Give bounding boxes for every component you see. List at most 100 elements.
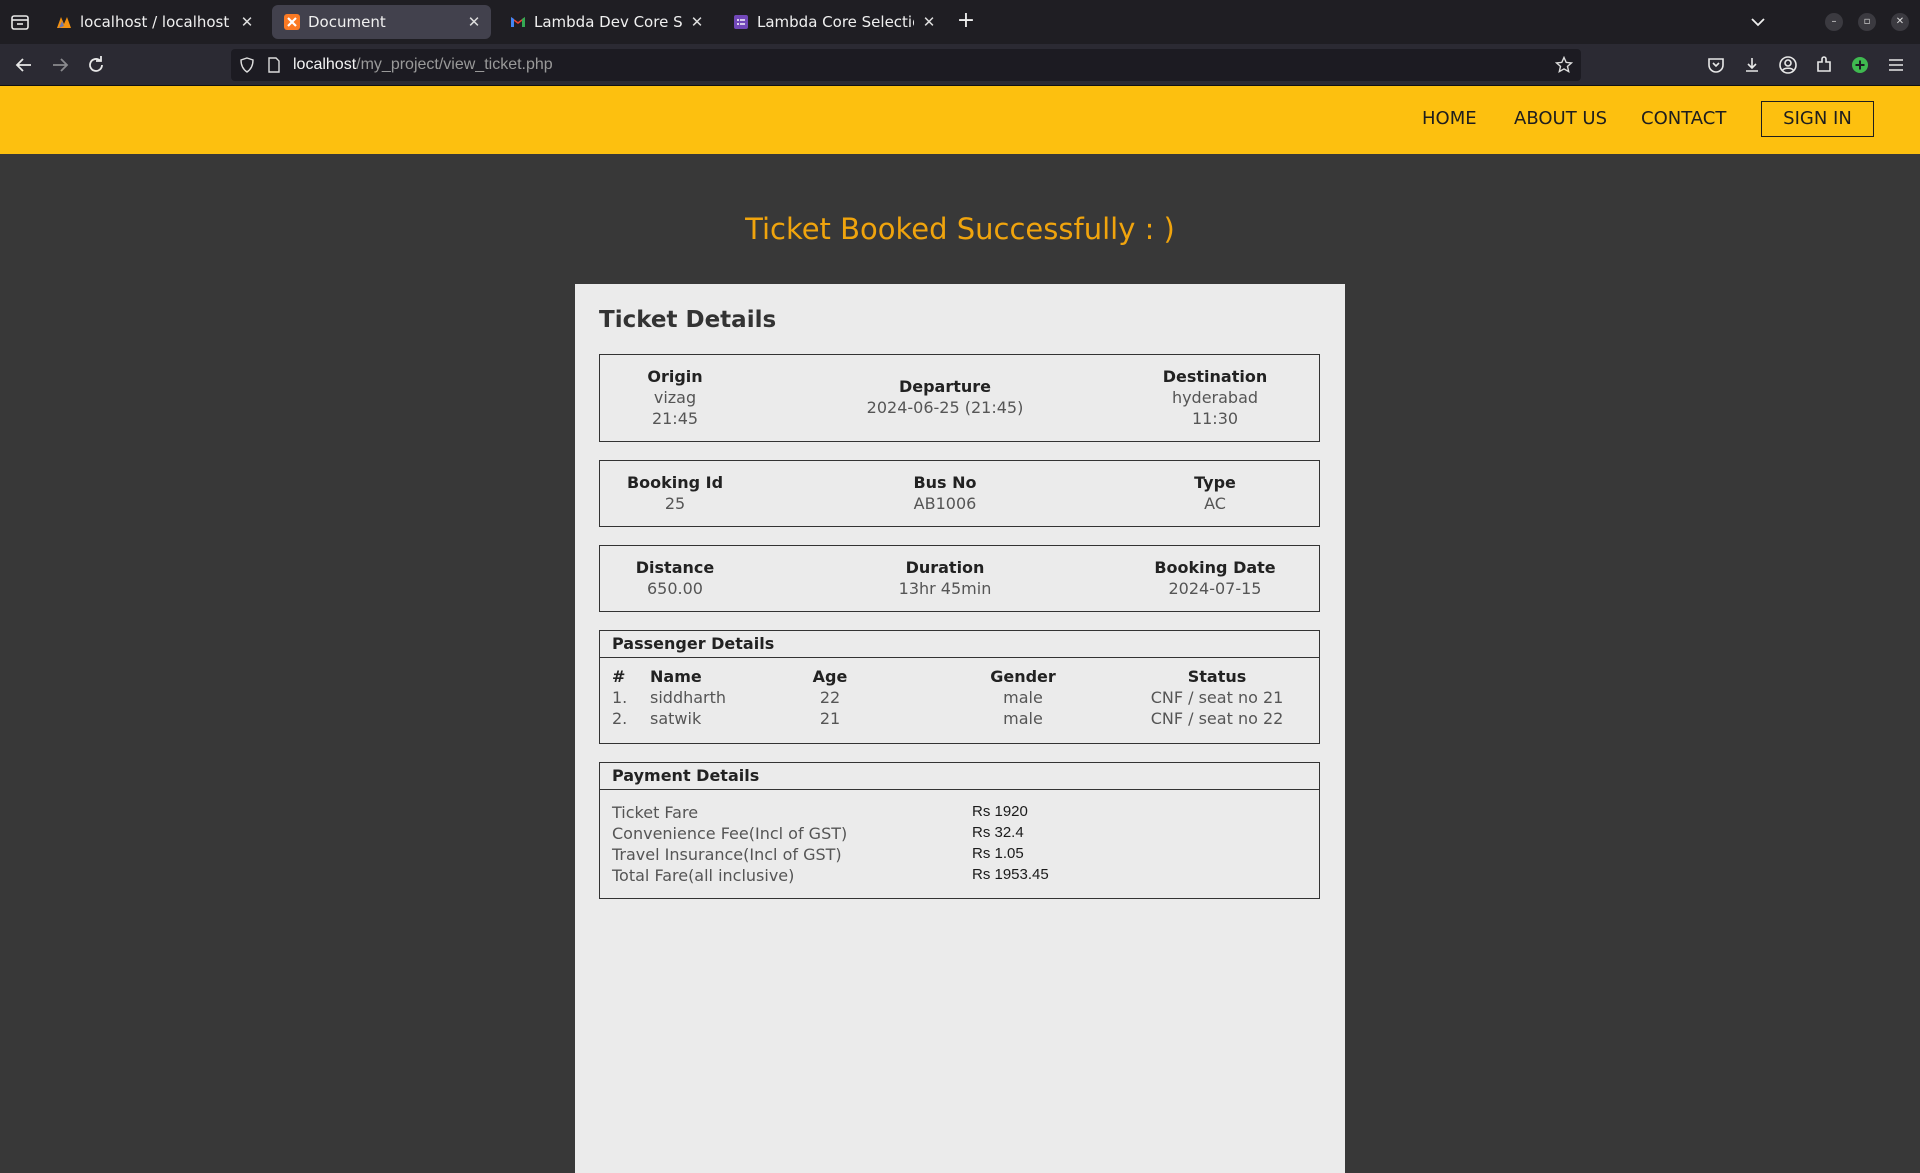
type-label: Type — [1194, 473, 1236, 492]
nav-about-us-link[interactable]: ABOUT US — [1514, 108, 1607, 129]
duration-cell: Duration 13hr 45min — [835, 557, 1055, 599]
payment-value: Rs 32.4 — [972, 824, 1024, 841]
url-text[interactable]: localhost/my_project/view_ticket.php — [293, 56, 553, 74]
booking-date-label: Booking Date — [1154, 558, 1276, 577]
distance-label: Distance — [635, 558, 715, 577]
origin-city: vizag — [653, 388, 697, 407]
list-item: Total Fare(all inclusive) Rs 1953.45 — [612, 866, 1302, 887]
col-header-name: Name — [650, 667, 702, 686]
close-icon[interactable]: ✕ — [465, 13, 483, 31]
form-icon — [733, 14, 749, 30]
col-header-num: # — [612, 667, 626, 686]
close-icon[interactable]: ✕ — [920, 13, 938, 31]
bus-no-cell: Bus No AB1006 — [835, 472, 1055, 514]
type-value: AC — [1204, 494, 1226, 513]
success-message: Ticket Booked Successfully : ) — [745, 212, 1175, 246]
table-row: 2. satwik 21 male CNF / seat no 22 — [612, 708, 1302, 729]
passenger-gender: male — [1003, 688, 1043, 707]
payment-list: Ticket Fare Rs 1920 Convenience Fee(Incl… — [612, 803, 1302, 887]
booking-id-label: Booking Id — [626, 473, 724, 492]
tab-list-icon[interactable] — [9, 12, 31, 32]
minimize-icon[interactable]: – — [1825, 13, 1843, 31]
payment-value: Rs 1.05 — [972, 845, 1024, 862]
ticket-card: Ticket Details Origin vizag 21:45 Depart… — [575, 284, 1345, 1173]
back-icon[interactable] — [12, 53, 36, 77]
download-icon[interactable] — [1742, 55, 1762, 75]
tab-gmail[interactable]: Lambda Dev Core Selecti ✕ — [498, 5, 714, 39]
departure-label: Departure — [898, 377, 992, 396]
account-icon[interactable] — [1778, 55, 1798, 75]
extensions-icon[interactable] — [1814, 55, 1834, 75]
chevron-down-icon[interactable] — [1748, 12, 1768, 32]
url-path: /my_project/view_ticket.php — [356, 56, 553, 73]
tab-title: Lambda Dev Core Selecti — [534, 13, 682, 31]
close-icon[interactable]: ✕ — [688, 13, 706, 31]
payment-label: Convenience Fee(Incl of GST) — [612, 824, 848, 843]
trip-box: Distance 650.00 Duration 13hr 45min Book… — [599, 545, 1320, 612]
distance-cell: Distance 650.00 — [565, 557, 785, 599]
booking-date-value: 2024-07-15 — [1168, 579, 1262, 598]
passenger-table-header: # Name Age Gender Status — [612, 666, 1302, 687]
sign-in-button[interactable]: SIGN IN — [1761, 101, 1874, 137]
booking-box: Booking Id 25 Bus No AB1006 Type AC — [599, 460, 1320, 527]
nav-home-link[interactable]: HOME — [1422, 108, 1477, 129]
site-header: HOME ABOUT US CONTACT SIGN IN — [0, 86, 1920, 154]
destination-cell: Destination hyderabad 11:30 — [1105, 366, 1325, 429]
passenger-age: 21 — [819, 709, 841, 728]
card-title: Ticket Details — [599, 307, 777, 333]
bookmark-star-icon[interactable] — [1554, 55, 1574, 74]
tab-phpmyadmin[interactable]: localhost / localhost / bu ✕ — [44, 5, 264, 39]
passenger-details-title: Passenger Details — [600, 631, 1319, 658]
distance-value: 650.00 — [647, 579, 703, 598]
tab-document[interactable]: Document ✕ — [272, 5, 491, 39]
list-item: Ticket Fare Rs 1920 — [612, 803, 1302, 824]
tab-title: Document — [308, 13, 386, 31]
payment-label: Travel Insurance(Incl of GST) — [612, 845, 842, 864]
close-icon[interactable]: ✕ — [238, 13, 256, 31]
shield-icon[interactable] — [239, 57, 255, 73]
forward-icon[interactable] — [48, 53, 72, 77]
passenger-gender: male — [1003, 709, 1043, 728]
col-header-status: Status — [1187, 667, 1247, 686]
origin-time: 21:45 — [651, 409, 699, 428]
booking-id-cell: Booking Id 25 — [565, 472, 785, 514]
list-item: Travel Insurance(Incl of GST) Rs 1.05 — [612, 845, 1302, 866]
passenger-details-box: Passenger Details # Name Age Gender Stat… — [599, 630, 1320, 744]
destination-city: hyderabad — [1171, 388, 1259, 407]
table-row: 1. siddharth 22 male CNF / seat no 21 — [612, 687, 1302, 708]
passenger-num: 2. — [612, 709, 628, 728]
xampp-icon — [284, 14, 300, 30]
passenger-age: 22 — [819, 688, 841, 707]
addon-plus-icon[interactable] — [1850, 55, 1870, 75]
payment-value: Rs 1953.45 — [972, 866, 1049, 883]
new-tab-icon[interactable]: + — [954, 10, 978, 34]
col-header-age: Age — [812, 667, 848, 686]
page-icon[interactable] — [267, 57, 281, 73]
nav-contact-link[interactable]: CONTACT — [1641, 108, 1726, 129]
payment-details-title: Payment Details — [600, 763, 1319, 790]
bus-no-label: Bus No — [913, 473, 977, 492]
list-item: Convenience Fee(Incl of GST) Rs 32.4 — [612, 824, 1302, 845]
reload-icon[interactable] — [84, 53, 108, 77]
passenger-status: CNF / seat no 22 — [1150, 709, 1284, 728]
browser-tab-bar: localhost / localhost / bu ✕ Document ✕ … — [0, 0, 1920, 44]
destination-time: 11:30 — [1191, 409, 1239, 428]
pocket-icon[interactable] — [1706, 55, 1726, 75]
departure-value: 2024-06-25 (21:45) — [866, 398, 1024, 417]
passenger-status: CNF / seat no 21 — [1150, 688, 1284, 707]
booking-id-value: 25 — [664, 494, 686, 513]
close-window-icon[interactable]: ✕ — [1891, 13, 1909, 31]
menu-icon[interactable] — [1886, 55, 1906, 75]
tab-title: Lambda Core Selection — [757, 13, 914, 31]
payment-label: Total Fare(all inclusive) — [612, 866, 795, 885]
gmail-icon — [510, 14, 526, 30]
passenger-name: siddharth — [650, 688, 727, 707]
tab-forms[interactable]: Lambda Core Selection ✕ — [721, 5, 946, 39]
address-bar[interactable]: localhost/my_project/view_ticket.php — [231, 49, 1581, 81]
url-host: localhost — [293, 56, 357, 73]
restore-icon[interactable]: ▫ — [1858, 13, 1876, 31]
duration-value: 13hr 45min — [898, 579, 992, 598]
destination-label: Destination — [1162, 367, 1268, 386]
passenger-name: satwik — [650, 709, 702, 728]
phpmyadmin-icon — [56, 14, 72, 30]
